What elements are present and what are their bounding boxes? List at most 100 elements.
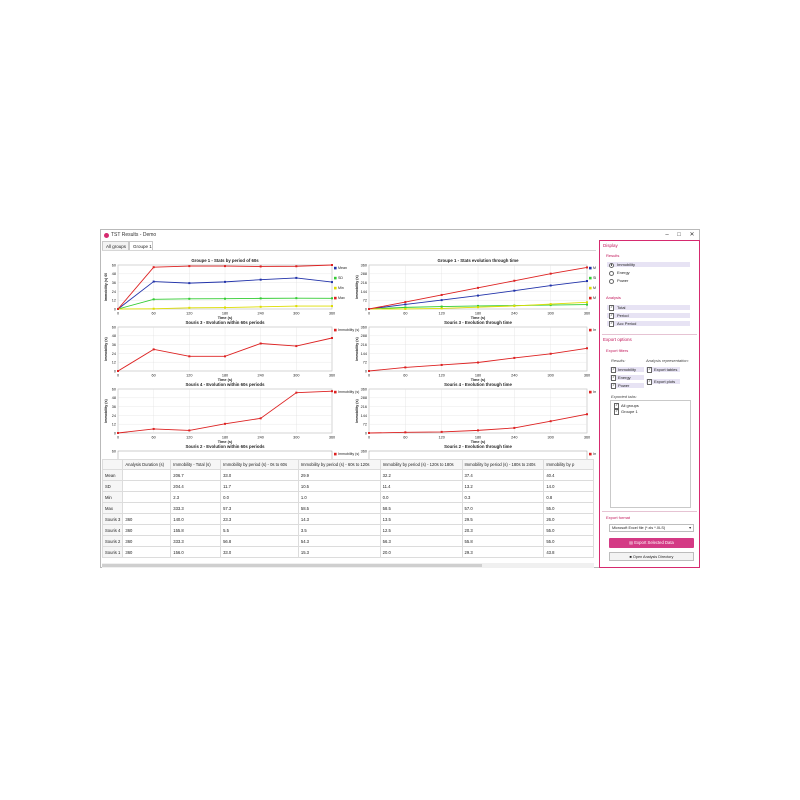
table-cell[interactable]: 33.0 xyxy=(220,469,299,481)
table-cell[interactable]: 206.7 xyxy=(170,469,222,481)
table-cell[interactable]: 56.8 xyxy=(220,535,299,547)
table-cell[interactable]: 333.3 xyxy=(170,535,222,547)
table-cell[interactable]: 57.0 xyxy=(461,502,545,514)
close-icon[interactable]: ✕ xyxy=(686,230,698,240)
table-cell[interactable]: 55.0 xyxy=(543,524,594,536)
table-cell[interactable]: 12.5 xyxy=(379,524,463,536)
table-cell[interactable]: 40.4 xyxy=(543,469,594,481)
result-option-power[interactable]: Power xyxy=(607,278,690,284)
radio-energy[interactable] xyxy=(609,270,614,276)
table-cell[interactable]: 29.5 xyxy=(461,513,545,525)
column-header[interactable]: Immobility by p xyxy=(543,459,594,470)
export-power[interactable]: ✓ Power xyxy=(610,383,644,389)
row-header[interactable]: Souris 3 xyxy=(102,513,124,525)
exported-tabs-list[interactable]: ✓ All groups ✓ Groupe 1 xyxy=(610,400,691,508)
table-cell[interactable]: 57.3 xyxy=(220,502,299,514)
column-header[interactable]: Immobility by period (s) - 60s to 120s xyxy=(297,459,381,470)
table-cell[interactable]: 58.5 xyxy=(379,502,463,514)
column-header[interactable]: Immobility by period (s) - 0s to 60s xyxy=(220,459,299,470)
maximize-icon[interactable]: □ xyxy=(673,230,685,240)
table-cell[interactable]: 14.0 xyxy=(543,480,594,492)
check-icon[interactable]: ✓ xyxy=(609,313,615,319)
row-header[interactable]: Souris 2 xyxy=(102,535,124,547)
tab-all-groups[interactable]: All groups xyxy=(102,241,129,250)
table-cell[interactable]: 43.8 xyxy=(543,546,594,558)
row-header[interactable]: Souris 1 xyxy=(102,546,124,558)
check-icon[interactable]: ✓ xyxy=(647,379,653,385)
column-header[interactable]: Immobility by period (s) - 120s to 180s xyxy=(379,459,463,470)
table-cell[interactable]: 14.3 xyxy=(297,513,381,525)
row-header[interactable]: SD xyxy=(102,480,124,492)
check-icon[interactable]: ✓ xyxy=(611,375,617,381)
table-cell[interactable]: 29.9 xyxy=(297,469,381,481)
results-table-container[interactable]: Analysis Duration (s) Immobility - Total … xyxy=(102,459,594,567)
column-header[interactable]: Immobility by period (s) - 180s to 240s xyxy=(461,459,545,470)
check-icon[interactable]: ✓ xyxy=(647,367,653,373)
table-cell[interactable]: 360 xyxy=(122,524,172,536)
horizontal-scrollbar[interactable] xyxy=(102,563,594,568)
export-selected-data-button[interactable]: ▤ Export Selected Data xyxy=(609,538,694,548)
table-row[interactable]: Souris 4 360 155.8 5.5 3.5 12.5 20.3 55.0 xyxy=(102,524,594,536)
table-cell[interactable]: 333.3 xyxy=(170,502,222,514)
table-cell[interactable]: 26.0 xyxy=(543,513,594,525)
table-cell[interactable]: 5.5 xyxy=(220,524,299,536)
check-icon[interactable]: ✓ xyxy=(611,383,617,389)
open-analysis-directory-button[interactable]: ■ Open Analysis Directory xyxy=(609,552,694,561)
column-header[interactable]: Analysis Duration (s) xyxy=(122,459,172,470)
table-cell[interactable]: 20.3 xyxy=(461,524,545,536)
table-cell[interactable]: 55.0 xyxy=(543,535,594,547)
export-immobility[interactable]: ✓ Immobility xyxy=(610,367,644,373)
row-header[interactable]: Souris 4 xyxy=(102,524,124,536)
table-cell[interactable]: 13.2 xyxy=(461,480,545,492)
table-cell[interactable]: 360 xyxy=(122,513,172,525)
table-cell[interactable]: 54.3 xyxy=(297,535,381,547)
charts-area[interactable]: Groupe 1 - Stats by period of 60s 60 48 36 2… xyxy=(102,250,596,488)
table-cell[interactable]: 20.0 xyxy=(379,546,463,558)
scrollbar-thumb[interactable] xyxy=(102,564,482,567)
table-cell[interactable]: 11.4 xyxy=(379,480,463,492)
result-option-immobility[interactable]: Immobility xyxy=(607,262,690,268)
table-cell[interactable]: 55.8 xyxy=(461,535,545,547)
table-cell[interactable]: 0.0 xyxy=(379,491,463,503)
table-row[interactable]: Souris 1 360 156.0 33.0 15.3 20.0 29.3 43.8 xyxy=(102,546,594,558)
table-cell[interactable]: 10.5 xyxy=(297,480,381,492)
table-cell[interactable]: 33.0 xyxy=(220,546,299,558)
analysis-option-period[interactable]: ✓ Period xyxy=(607,313,690,319)
export-energy[interactable]: ✓ Energy xyxy=(610,375,644,381)
radio-power[interactable] xyxy=(609,278,614,284)
table-cell[interactable]: 13.5 xyxy=(379,513,463,525)
table-row[interactable]: Max 333.3 57.3 58.5 58.5 57.0 55.0 xyxy=(102,502,594,514)
check-icon[interactable]: ✓ xyxy=(614,403,620,409)
export-format-select[interactable]: Microsoft Excel file (*.xls *.XLS) ▾ xyxy=(609,524,694,532)
export-tables[interactable]: ✓ Export tables xyxy=(646,367,680,373)
table-cell[interactable]: 360 xyxy=(122,546,172,558)
table-cell[interactable]: 204.4 xyxy=(170,480,222,492)
table-cell[interactable]: 15.3 xyxy=(297,546,381,558)
row-header[interactable]: Max xyxy=(102,502,124,514)
table-cell[interactable] xyxy=(122,502,172,514)
table-cell[interactable] xyxy=(122,491,172,503)
table-cell[interactable]: 37.4 xyxy=(461,469,545,481)
table-cell[interactable]: 0.3 xyxy=(461,491,545,503)
table-cell[interactable]: 0.0 xyxy=(220,491,299,503)
analysis-option-acc-period[interactable]: ✓ Acc Period xyxy=(607,321,690,327)
table-cell[interactable]: 32.2 xyxy=(379,469,463,481)
table-cell[interactable]: 3.5 xyxy=(297,524,381,536)
check-icon[interactable]: ✓ xyxy=(614,409,620,415)
table-cell[interactable]: 0.8 xyxy=(543,491,594,503)
table-row[interactable]: Min 2.3 0.0 1.0 0.0 0.3 0.8 xyxy=(102,491,594,503)
table-cell[interactable]: 56.3 xyxy=(379,535,463,547)
column-header[interactable]: Immobility - Total (s) xyxy=(170,459,222,470)
table-cell[interactable]: 1.0 xyxy=(297,491,381,503)
table-cell[interactable]: 58.5 xyxy=(297,502,381,514)
minimize-icon[interactable]: – xyxy=(661,230,673,240)
export-plots[interactable]: ✓ Export plots xyxy=(646,379,680,385)
table-corner[interactable] xyxy=(102,459,124,470)
table-cell[interactable]: 360 xyxy=(122,535,172,547)
table-cell[interactable]: 155.8 xyxy=(170,524,222,536)
row-header[interactable]: Min xyxy=(102,491,124,503)
table-cell[interactable]: 2.3 xyxy=(170,491,222,503)
table-row[interactable]: Souris 2 360 333.3 56.8 54.3 56.3 55.8 55.0 xyxy=(102,535,594,547)
table-cell[interactable]: 29.3 xyxy=(461,546,545,558)
table-row[interactable]: Mean 206.7 33.0 29.9 32.2 37.4 40.4 xyxy=(102,469,594,481)
